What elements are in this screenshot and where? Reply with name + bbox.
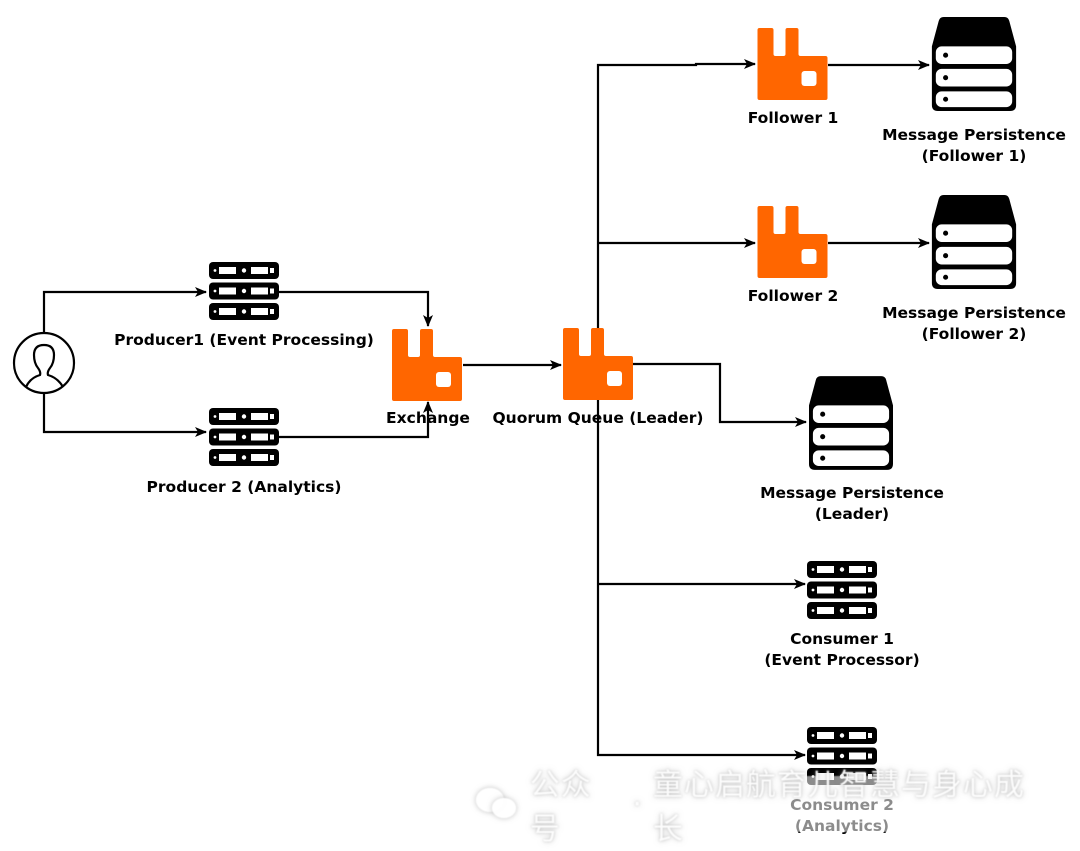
persist-leader-storage-icon[interactable] [809,376,893,470]
watermark: 公众号 · 童心启航育儿智慧与身心成长 [468,768,1054,847]
follower2-rabbitmq-icon[interactable] [757,206,828,278]
wechat-icon [476,786,520,822]
edge-queue-trunk-down [596,399,806,760]
persist-follower1-label: Message Persistence (Follower 1) [882,125,1066,167]
edge-user-producer2 [42,393,207,437]
persist-follower1-label-line1: Message Persistence [882,126,1066,144]
watermark-separator: · [632,786,643,822]
follower1-rabbitmq-icon[interactable] [757,28,828,100]
follower2-label: Follower 2 [747,287,839,305]
edge-user-producer1 [42,287,207,333]
persist-leader-label: Message Persistence (Leader) [760,483,944,525]
consumer1-label-line1: Consumer 1 [790,630,894,648]
consumer1-label: Consumer 1 (Event Processor) [764,629,919,671]
persist-follower2-storage-icon[interactable] [931,195,1017,289]
producer1-server-icon[interactable] [209,262,279,320]
user-circle-icon[interactable] [12,331,76,395]
edge-queue-trunk [596,59,756,328]
edge-producer1-exchange [278,290,433,327]
watermark-prefix: 公众号 [529,768,592,847]
exchange-rabbitmq-icon[interactable] [392,329,462,401]
producer2-label: Producer 2 (Analytics) [146,478,342,496]
quorum-queue-label: Quorum Queue (Leader) [492,409,704,427]
quorum-queue-rabbitmq-icon[interactable] [563,328,633,400]
persist-follower1-label-line2: (Follower 1) [921,147,1027,165]
persist-follower1-storage-icon[interactable] [931,17,1017,111]
persist-leader-label-line1: Message Persistence [760,484,944,502]
follower1-label: Follower 1 [747,109,839,127]
producer2-server-icon[interactable] [209,408,279,466]
persist-follower2-label: Message Persistence (Follower 2) [882,303,1066,345]
watermark-account: 童心启航育儿智慧与身心成长 [652,768,1025,847]
consumer1-server-icon[interactable] [807,561,877,619]
persist-leader-label-line2: (Leader) [814,505,890,523]
consumer1-label-line2: (Event Processor) [764,651,920,669]
persist-follower2-label-line2: (Follower 2) [921,325,1027,343]
persist-follower2-label-line1: Message Persistence [882,304,1066,322]
exchange-label: Exchange [386,409,470,427]
producer1-label: Producer1 (Event Processing) [114,331,374,349]
